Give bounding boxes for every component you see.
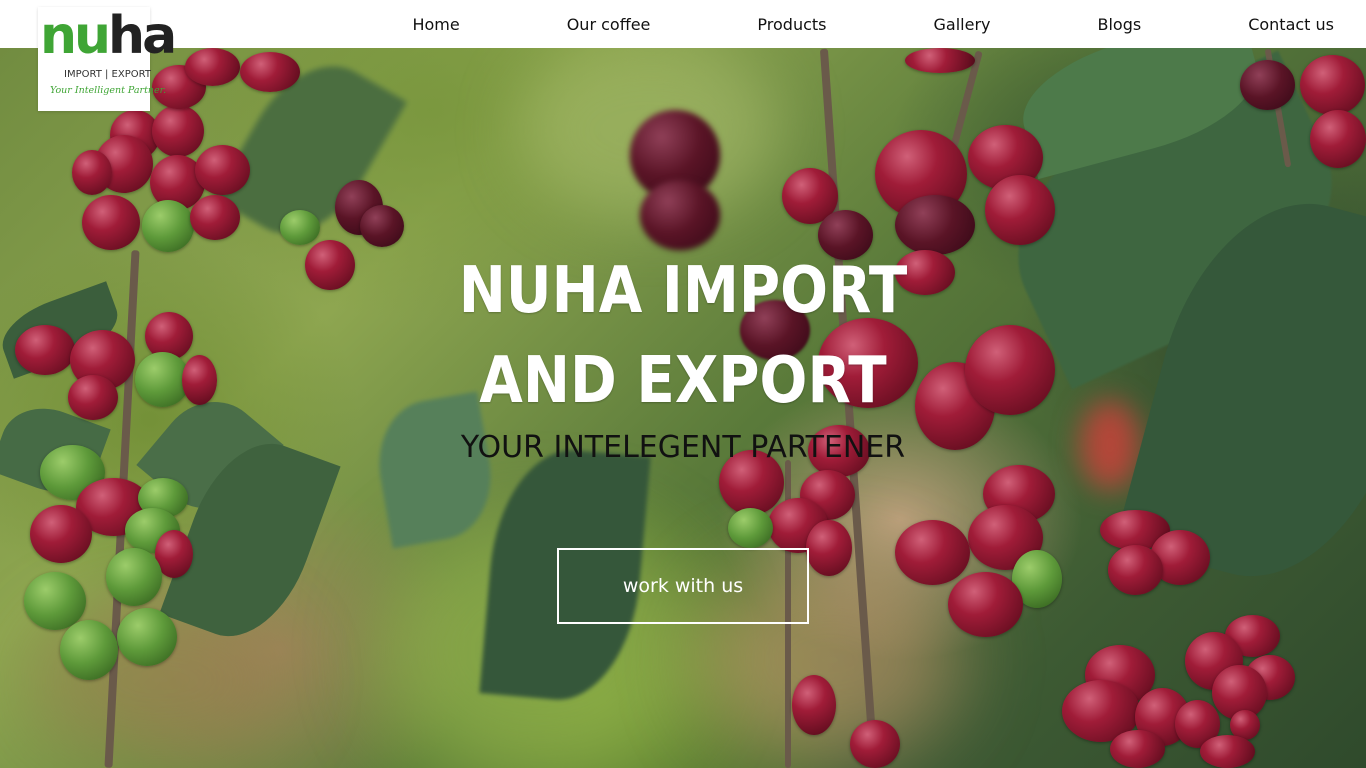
site-logo[interactable]: nuha IMPORT | EXPORT Your Intelligent Pa… bbox=[38, 6, 177, 111]
site-header: Home Our coffee Products Gallery Blogs C… bbox=[0, 0, 1366, 48]
logo-word-dark: ha bbox=[108, 6, 177, 66]
hero-subtitle: YOUR INTELEGENT PARTENER bbox=[460, 430, 906, 465]
hero-title: NUHA IMPORT AND EXPORT bbox=[458, 254, 908, 418]
nav-item-our-coffee[interactable]: Our coffee bbox=[567, 15, 651, 34]
logo-subtitle: IMPORT | EXPORT bbox=[64, 69, 151, 80]
hero-section: NUHA IMPORT AND EXPORT YOUR INTELEGENT P… bbox=[0, 0, 1366, 768]
nav-item-blogs[interactable]: Blogs bbox=[1097, 15, 1141, 34]
logo-wordmark: nuha bbox=[38, 6, 177, 71]
logo-word-green: nu bbox=[40, 6, 111, 66]
logo-tagline: Your Intelligent Partner. bbox=[50, 85, 167, 96]
nav-item-products[interactable]: Products bbox=[757, 15, 826, 34]
nav-item-contact-us[interactable]: Contact us bbox=[1248, 15, 1334, 34]
page: Home Our coffee Products Gallery Blogs C… bbox=[0, 0, 1366, 768]
work-with-us-button[interactable]: work with us bbox=[557, 548, 809, 624]
nav-item-gallery[interactable]: Gallery bbox=[934, 15, 991, 34]
nav-item-home[interactable]: Home bbox=[412, 15, 459, 34]
main-navigation: Home Our coffee Products Gallery Blogs C… bbox=[412, 0, 1334, 48]
